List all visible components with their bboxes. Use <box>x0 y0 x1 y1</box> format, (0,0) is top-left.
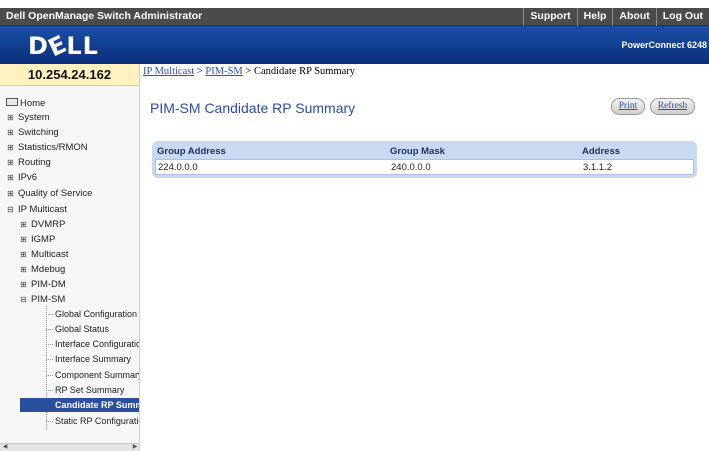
sidebar-item-label: Routing <box>18 156 51 168</box>
table-row: 224.0.0.0 240.0.0.0 3.1.1.2 <box>155 159 694 175</box>
sidebar-item-label: IGMP <box>31 233 56 245</box>
minus-icon: ⊟ <box>20 294 27 304</box>
sidebar-item-label: Switching <box>18 126 59 138</box>
cell-group-address: 224.0.0.0 <box>158 162 198 173</box>
sidebar-item-qos[interactable]: ⊞ Quality of Service <box>6 186 92 200</box>
support-link[interactable]: Support <box>523 8 576 26</box>
page-title: PIM-SM Candidate RP Summary <box>150 100 356 116</box>
sidebar-item-home[interactable]: Home <box>6 96 45 110</box>
sidebar-item-pim-dm[interactable]: ⊞ PIM-DM <box>19 277 66 291</box>
refresh-button[interactable]: Refresh <box>650 98 695 115</box>
sidebar-item-igmp[interactable]: ⊞ IGMP <box>19 232 55 246</box>
tree-connector <box>46 421 53 422</box>
sidebar-item-statistics[interactable]: ⊞ Statistics/RMON <box>6 140 88 154</box>
plus-icon: ⊞ <box>20 279 27 289</box>
plus-icon: ⊞ <box>20 234 27 244</box>
sidebar-item-multicast[interactable]: ⊞ Multicast <box>19 247 68 261</box>
sidebar-item-label: PIM-DM <box>31 278 66 290</box>
sidebar-leaf-interface-summary[interactable]: Interface Summary <box>55 352 131 366</box>
banner: DELL PowerConnect 6248 <box>0 26 709 64</box>
tree-connector <box>46 359 53 360</box>
sidebar-item-label: Quality of Service <box>18 187 93 199</box>
sidebar-item-label: Mdebug <box>31 263 66 275</box>
plus-icon: ⊞ <box>20 249 27 259</box>
breadcrumb-current: Candidate RP Summary <box>253 66 356 77</box>
sidebar-item-ip-multicast[interactable]: ⊟ IP Multicast <box>6 202 67 216</box>
sidebar-item-label: Multicast <box>31 248 69 260</box>
logout-link[interactable]: Log Out <box>655 8 709 26</box>
about-link[interactable]: About <box>612 8 655 26</box>
breadcrumb-pim-sm[interactable]: PIM-SM <box>205 66 242 77</box>
sidebar-item-label: DVMRP <box>31 218 66 230</box>
plus-icon: ⊞ <box>7 188 14 198</box>
sidebar-item-mdebug[interactable]: ⊞ Mdebug <box>19 262 65 276</box>
plus-icon: ⊞ <box>7 172 14 182</box>
help-link[interactable]: Help <box>576 8 613 26</box>
sidebar-horizontal-scrollbar[interactable]: ◀ ▶ <box>0 443 139 451</box>
sidebar-leaf-interface-configuration[interactable]: Interface Configuration <box>55 337 139 351</box>
plus-icon: ⊞ <box>20 264 27 274</box>
sidebar-item-label: IP Multicast <box>18 203 67 215</box>
sidebar-item-ipv6[interactable]: ⊞ IPv6 <box>6 170 37 184</box>
sidebar-item-label: Statistics/RMON <box>18 141 88 153</box>
sidebar-item-routing[interactable]: ⊞ Routing <box>6 155 51 169</box>
print-button[interactable]: Print <box>611 98 645 115</box>
tree-connector <box>46 375 53 376</box>
sidebar-leaf-component-summary[interactable]: Component Summary <box>55 368 139 382</box>
column-header-group-address: Group Address <box>157 146 226 157</box>
plus-icon: ⊞ <box>7 157 14 167</box>
sidebar-leaf-global-configuration[interactable]: Global Configuration <box>55 307 137 321</box>
breadcrumb-separator: > <box>245 66 252 77</box>
top-bar: Dell OpenManage Switch Administrator Sup… <box>0 8 709 26</box>
top-links: Support Help About Log Out <box>523 8 709 26</box>
sidebar-tree: Home ⊞ System ⊞ Switching ⊞ Statistics/R… <box>0 86 140 451</box>
candidate-rp-table: Group Address Group Mask Address 224.0.0… <box>152 141 697 178</box>
product-name: PowerConnect 6248 <box>621 40 707 50</box>
ip-address: 10.254.24.162 <box>0 64 140 86</box>
cell-address: 3.1.1.2 <box>583 162 613 173</box>
column-header-address: Address <box>582 146 621 157</box>
sidebar-leaf-rp-set-summary[interactable]: RP Set Summary <box>55 383 124 397</box>
minus-icon: ⊟ <box>7 204 14 214</box>
sidebar-item-label: IPv6 <box>18 171 38 183</box>
sidebar-item-switching[interactable]: ⊞ Switching <box>6 125 59 139</box>
tree-connector <box>46 314 53 315</box>
dell-logo: DELL <box>28 29 99 63</box>
plus-icon: ⊞ <box>7 142 14 152</box>
breadcrumb-separator: > <box>196 66 203 77</box>
column-header-group-mask: Group Mask <box>390 146 445 157</box>
breadcrumb: IP Multicast > PIM-SM > Candidate RP Sum… <box>143 66 355 77</box>
sidebar-leaf-candidate-rp-summary[interactable]: Candidate RP Summary <box>20 398 139 412</box>
home-icon <box>6 98 18 106</box>
tree-connector <box>46 344 53 345</box>
tree-connector <box>46 390 53 391</box>
sidebar-item-pim-sm[interactable]: ⊟ PIM-SM <box>19 292 65 306</box>
app-title: Dell OpenManage Switch Administrator <box>6 10 203 22</box>
plus-icon: ⊞ <box>7 127 14 137</box>
sidebar-item-label: Home <box>20 97 46 109</box>
sidebar-item-label: PIM-SM <box>31 293 66 305</box>
scroll-left-icon[interactable]: ◀ <box>1 444 9 451</box>
sidebar-item-label: System <box>18 111 50 123</box>
scroll-right-icon[interactable]: ▶ <box>131 444 139 451</box>
cell-group-mask: 240.0.0.0 <box>391 162 431 173</box>
tree-connector <box>46 329 53 330</box>
plus-icon: ⊞ <box>20 219 27 229</box>
plus-icon: ⊞ <box>7 112 14 122</box>
sidebar-leaf-global-status[interactable]: Global Status <box>55 322 109 336</box>
sidebar-item-dvmrp[interactable]: ⊞ DVMRP <box>19 217 65 231</box>
breadcrumb-ip-multicast[interactable]: IP Multicast <box>143 66 194 77</box>
sidebar-leaf-static-rp-configuration[interactable]: Static RP Configuration <box>55 414 139 428</box>
sidebar-item-system[interactable]: ⊞ System <box>6 110 50 124</box>
